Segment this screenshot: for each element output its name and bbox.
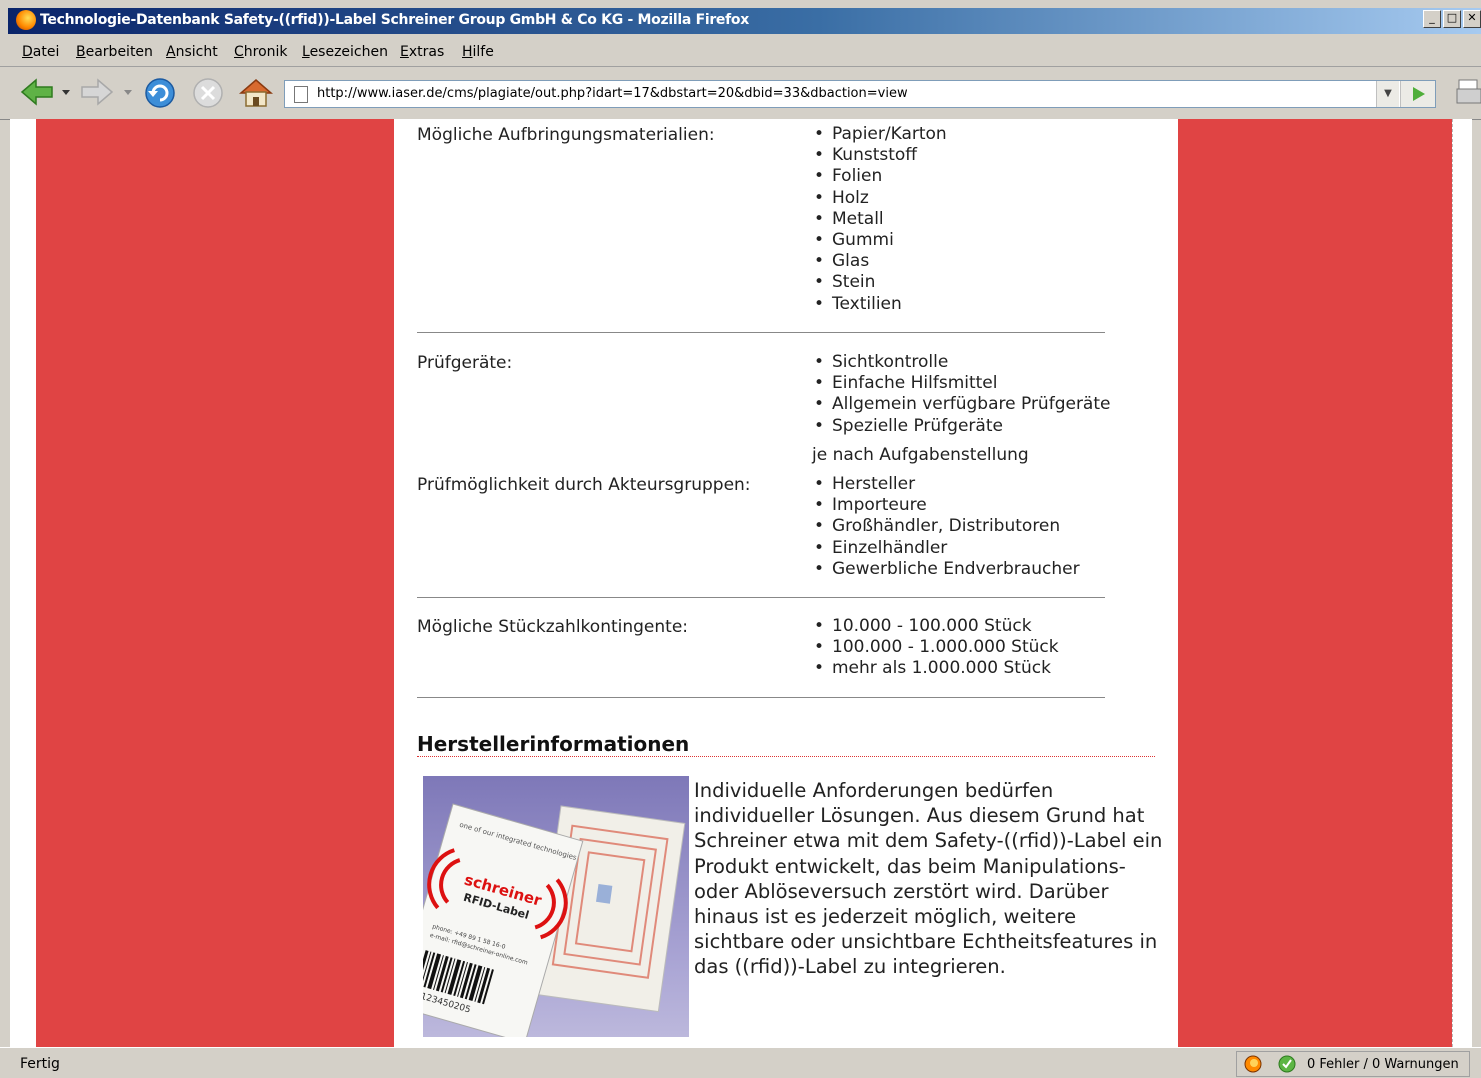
close-button[interactable]: ✕ [1463, 10, 1481, 28]
menu-bearbeiten[interactable]: Bearbeiten [76, 44, 153, 60]
page-icon [294, 86, 308, 103]
left-red-margin [36, 119, 394, 1047]
go-arrow-icon[interactable] [1400, 81, 1435, 107]
quantities-label: Mögliche Stückzahlkontingente: [417, 617, 689, 637]
list-item: Gewerbliche Endverbraucher [814, 559, 1080, 580]
actors-label: Prüfmöglichkeit durch Akteursgruppen: [417, 475, 751, 495]
list-item: Großhändler, Distributoren [814, 516, 1080, 537]
window-title: Technologie-Datenbank Safety-((rfid))-La… [40, 12, 749, 28]
divider [417, 697, 1105, 698]
print-icon[interactable] [1454, 77, 1481, 109]
stop-icon[interactable] [191, 77, 225, 109]
quantities-list: 10.000 - 100.000 Stück 100.000 - 1.000.0… [814, 616, 1059, 680]
maximize-button[interactable]: □ [1443, 10, 1461, 28]
menu-chronik[interactable]: Chronik [234, 44, 288, 60]
list-item: 10.000 - 100.000 Stück [814, 616, 1059, 637]
list-item: Einzelhändler [814, 538, 1080, 559]
divider [417, 332, 1105, 333]
back-history-dropdown-icon[interactable] [60, 89, 72, 97]
product-image: one of our integrated technologies schre… [423, 776, 689, 1037]
status-text: Fertig [20, 1056, 60, 1072]
list-item: Glas [814, 251, 947, 272]
list-item: Sichtkontrolle [814, 352, 1110, 373]
rfid-label-illustration: one of our integrated technologies schre… [423, 803, 686, 1037]
list-item: mehr als 1.000.000 Stück [814, 658, 1059, 679]
address-bar[interactable]: http://www.iaser.de/cms/plagiate/out.php… [284, 80, 1436, 108]
status-bar: Fertig 0 Fehler / 0 Warnungen [0, 1047, 1481, 1078]
home-icon[interactable] [238, 77, 274, 109]
list-item: 100.000 - 1.000.000 Stück [814, 637, 1059, 658]
devices-note: je nach Aufgabenstellung [812, 445, 1029, 465]
url-input[interactable]: http://www.iaser.de/cms/plagiate/out.php… [317, 86, 908, 101]
devices-list: Sichtkontrolle Einfache Hilfsmittel Allg… [814, 352, 1110, 437]
list-item: Folien [814, 166, 947, 187]
list-item: Textilien [814, 294, 947, 315]
back-arrow-icon[interactable] [20, 78, 54, 106]
materials-list: Papier/Karton Kunststoff Folien Holz Met… [814, 124, 947, 315]
main-content: Mögliche Aufbringungsmaterialien: Papier… [394, 119, 1178, 1047]
url-history-dropdown-icon[interactable]: ▼ [1376, 81, 1399, 107]
section-heading: Herstellerinformationen [417, 732, 690, 756]
list-item: Stein [814, 272, 947, 293]
menu-extras[interactable]: Extras [400, 44, 444, 60]
page-viewport[interactable]: Mögliche Aufbringungsmaterialien: Papier… [10, 119, 1472, 1047]
scrollbar-area[interactable] [1452, 119, 1472, 1047]
menu-bar: Datei Bearbeiten Ansicht Chronik Lesezei… [0, 40, 1481, 67]
validator-status: 0 Fehler / 0 Warnungen [1307, 1057, 1459, 1072]
reload-icon[interactable] [143, 77, 177, 109]
window-title-bar[interactable]: Technologie-Datenbank Safety-((rfid))-La… [0, 0, 1481, 40]
list-item: Importeure [814, 495, 1080, 516]
list-item: Hersteller [814, 474, 1080, 495]
list-item: Kunststoff [814, 145, 947, 166]
check-icon[interactable] [1277, 1054, 1297, 1074]
list-item: Einfache Hilfsmittel [814, 373, 1110, 394]
list-item: Allgemein verfügbare Prüfgeräte [814, 394, 1110, 415]
materials-label: Mögliche Aufbringungsmaterialien: [417, 125, 715, 145]
section-underline [417, 756, 1155, 757]
status-panel[interactable]: 0 Fehler / 0 Warnungen [1236, 1051, 1470, 1077]
right-red-margin [1178, 119, 1452, 1047]
menu-datei[interactable]: Datei [22, 44, 59, 60]
devices-label: Prüfgeräte: [417, 353, 513, 373]
list-item: Gummi [814, 230, 947, 251]
list-item: Papier/Karton [814, 124, 947, 145]
menu-lesezeichen[interactable]: Lesezeichen [302, 44, 388, 60]
minimize-button[interactable]: _ [1423, 10, 1441, 28]
menu-hilfe[interactable]: Hilfe [462, 44, 494, 60]
forward-arrow-icon[interactable] [80, 78, 114, 106]
actors-list: Hersteller Importeure Großhändler, Distr… [814, 474, 1080, 580]
firefox-status-icon[interactable] [1243, 1054, 1263, 1074]
manufacturer-description: Individuelle Anforderungen bedürfen indi… [694, 779, 1163, 979]
divider [417, 597, 1105, 598]
list-item: Holz [814, 188, 947, 209]
window-controls: _ □ ✕ [1423, 10, 1481, 28]
forward-history-dropdown-icon[interactable] [122, 89, 134, 97]
list-item: Metall [814, 209, 947, 230]
list-item: Spezielle Prüfgeräte [814, 416, 1110, 437]
menu-ansicht[interactable]: Ansicht [166, 44, 218, 60]
firefox-logo-icon [16, 10, 36, 30]
